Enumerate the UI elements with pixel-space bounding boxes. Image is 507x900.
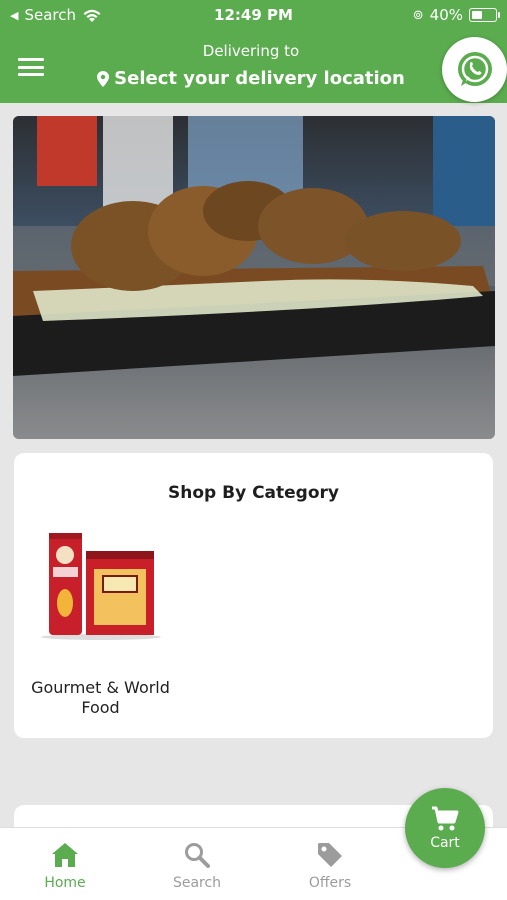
tag-icon: [318, 843, 342, 867]
whatsapp-button[interactable]: [442, 37, 507, 102]
tab-search[interactable]: Search: [147, 840, 247, 891]
status-right: ⊚ 40%: [412, 6, 500, 24]
delivering-to-label: Delivering to: [202, 42, 300, 60]
tab-home-label: Home: [44, 875, 86, 891]
tab-offers[interactable]: Offers: [280, 840, 380, 891]
food-banner-image: [13, 116, 495, 439]
orientation-lock-icon: ⊚: [412, 7, 424, 23]
cart-label: Cart: [430, 834, 460, 851]
battery-icon: [469, 8, 500, 22]
location-pin-icon: [97, 70, 110, 87]
whatsapp-icon: [457, 51, 492, 86]
select-location-button[interactable]: Select your delivery location: [0, 68, 502, 89]
search-icon: [185, 843, 210, 868]
status-bar: ◀ Search 12:49 PM ⊚ 40%: [0, 0, 507, 30]
promo-banner[interactable]: [13, 116, 495, 439]
tab-search-label: Search: [172, 875, 222, 891]
category-card: Shop By Category Gourmet & World Food: [14, 453, 493, 738]
home-icon: [52, 843, 78, 867]
location-prompt: Select your delivery location: [114, 68, 405, 89]
tab-home[interactable]: Home: [15, 840, 115, 891]
category-title: Shop By Category: [168, 483, 339, 503]
app-header: Delivering to Select your delivery locat…: [0, 30, 507, 103]
tab-offers-label: Offers: [308, 875, 352, 891]
category-label: Gourmet & World Food: [31, 678, 170, 717]
category-item-gourmet[interactable]: Gourmet & World Food: [31, 533, 170, 723]
category-image: [41, 533, 161, 640]
cart-icon: [432, 806, 459, 830]
cart-button[interactable]: Cart: [405, 788, 485, 868]
battery-percent: 40%: [429, 6, 463, 24]
